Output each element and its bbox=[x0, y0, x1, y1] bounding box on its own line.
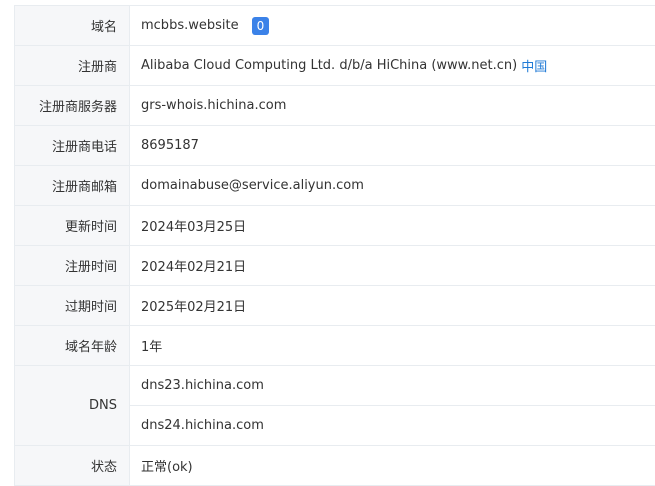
dns-server-1: dns23.hichina.com bbox=[130, 366, 655, 406]
value-registrar: Alibaba Cloud Computing Ltd. d/b/a HiChi… bbox=[130, 46, 655, 85]
domain-badge: 0 bbox=[251, 16, 270, 35]
label-updated: 更新时间 bbox=[14, 206, 130, 245]
label-age: 域名年龄 bbox=[14, 326, 130, 365]
label-dns: DNS bbox=[14, 366, 130, 445]
row-registered: 注册时间 2024年02月21日 bbox=[14, 246, 655, 286]
label-registrar-email: 注册商邮箱 bbox=[14, 166, 130, 205]
row-age: 域名年龄 1年 bbox=[14, 326, 655, 366]
value-updated: 2024年03月25日 bbox=[141, 220, 247, 235]
label-domain: 域名 bbox=[14, 6, 130, 45]
dns-values: dns23.hichina.com dns24.hichina.com bbox=[130, 366, 655, 445]
whois-table: 域名 mcbbs.website 0 注册商 Alibaba Cloud Com… bbox=[14, 5, 655, 486]
row-dns: DNS dns23.hichina.com dns24.hichina.com bbox=[14, 366, 655, 446]
value-status: 正常(ok) bbox=[141, 460, 193, 475]
row-domain: 域名 mcbbs.website 0 bbox=[14, 6, 655, 46]
registrar-country-link[interactable]: 中国 bbox=[521, 56, 547, 75]
row-registrar-server: 注册商服务器 grs-whois.hichina.com bbox=[14, 86, 655, 126]
row-updated: 更新时间 2024年03月25日 bbox=[14, 206, 655, 246]
value-domain: mcbbs.website 0 bbox=[130, 6, 655, 45]
value-registered: 2024年02月21日 bbox=[141, 260, 247, 275]
label-registrar-server: 注册商服务器 bbox=[14, 86, 130, 125]
dns-server-2: dns24.hichina.com bbox=[141, 418, 264, 433]
value-registrar-server: grs-whois.hichina.com bbox=[141, 98, 287, 113]
label-expires: 过期时间 bbox=[14, 286, 130, 325]
registrar-text: Alibaba Cloud Computing Ltd. d/b/a HiChi… bbox=[141, 58, 518, 73]
row-registrar-phone: 注册商电话 8695187 bbox=[14, 126, 655, 166]
value-registrar-email: domainabuse@service.aliyun.com bbox=[141, 178, 364, 193]
value-registrar-phone: 8695187 bbox=[141, 138, 199, 153]
label-registered: 注册时间 bbox=[14, 246, 130, 285]
value-age: 1年 bbox=[141, 340, 163, 355]
row-registrar: 注册商 Alibaba Cloud Computing Ltd. d/b/a H… bbox=[14, 46, 655, 86]
value-expires: 2025年02月21日 bbox=[141, 300, 247, 315]
row-registrar-email: 注册商邮箱 domainabuse@service.aliyun.com bbox=[14, 166, 655, 206]
label-status: 状态 bbox=[14, 446, 130, 485]
row-status: 状态 正常(ok) bbox=[14, 446, 655, 486]
row-expires: 过期时间 2025年02月21日 bbox=[14, 286, 655, 326]
domain-text[interactable]: mcbbs.website bbox=[141, 18, 239, 33]
label-registrar-phone: 注册商电话 bbox=[14, 126, 130, 165]
label-registrar: 注册商 bbox=[14, 46, 130, 85]
